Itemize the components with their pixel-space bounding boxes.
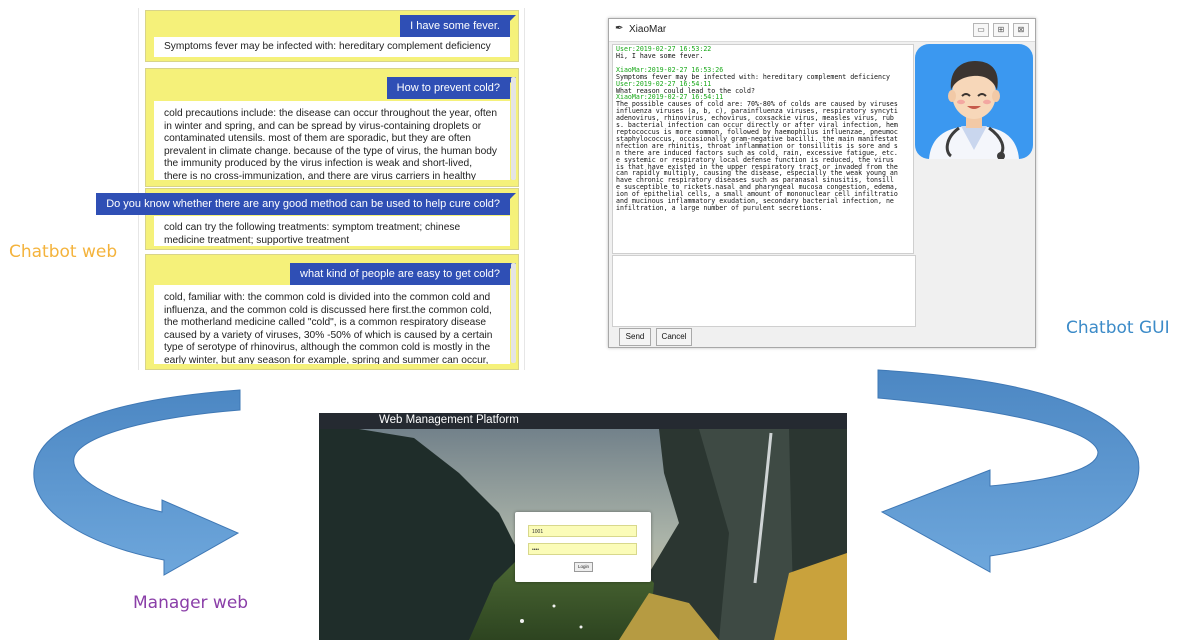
password-field[interactable]: •••• [528,543,637,555]
left-cycle-arrow [33,389,241,576]
management-platform: Web Management Platform 1001 •••• Login [319,413,847,640]
right-cycle-arrow [877,369,1140,573]
platform-title: Web Management Platform [379,414,519,426]
username-field[interactable]: 1001 [528,525,637,537]
login-button[interactable]: Login [574,562,593,572]
platform-header: Web Management Platform [319,413,847,429]
login-form: 1001 •••• Login [515,512,651,582]
